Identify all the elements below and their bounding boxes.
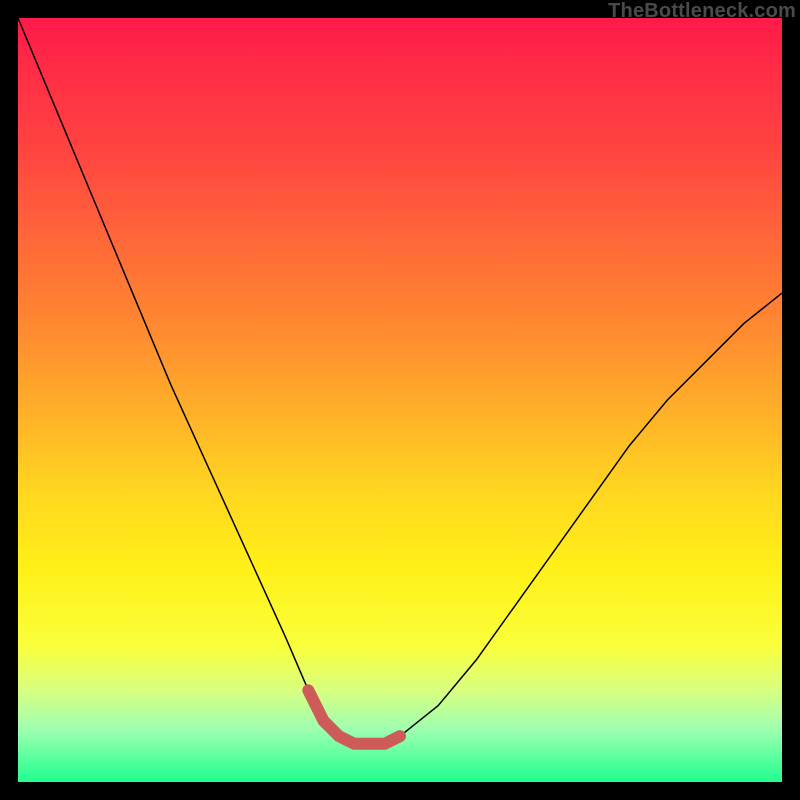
chart-plot-area	[18, 18, 782, 782]
watermark-text: TheBottleneck.com	[608, 0, 796, 23]
chart-svg	[18, 18, 782, 782]
bottleneck-curve-line	[18, 18, 782, 744]
chart-frame: TheBottleneck.com	[0, 0, 800, 800]
sweet-spot-highlight-line	[308, 690, 400, 743]
